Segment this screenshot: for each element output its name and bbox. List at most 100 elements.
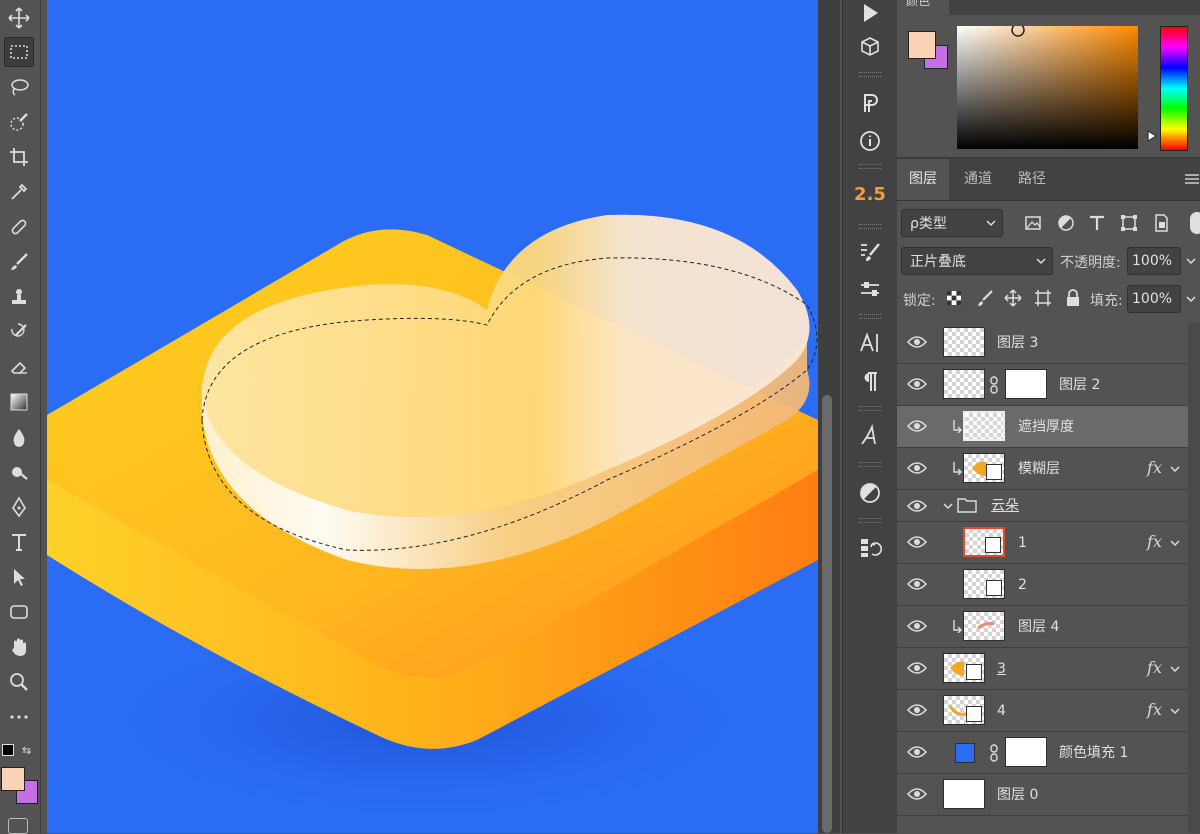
rectangle-tool-icon[interactable] [4, 597, 34, 627]
layers-scrollbar[interactable] [1188, 322, 1200, 833]
filter-shape-icon[interactable] [1120, 214, 1138, 232]
blend-mode-dropdown[interactable]: 正片叠底 [901, 247, 1053, 275]
eraser-tool-icon[interactable] [4, 352, 34, 382]
lock-position-icon[interactable] [1004, 289, 1022, 307]
layer-effects-fx-icon[interactable]: fx [1147, 458, 1162, 477]
visibility-eye-icon[interactable] [907, 619, 927, 633]
mask-link-chain-icon[interactable] [989, 744, 999, 762]
history-panel-icon[interactable] [856, 534, 884, 562]
brush-settings-icon[interactable] [856, 238, 884, 266]
hand-tool-icon[interactable] [4, 632, 34, 662]
panel-menu-icon[interactable] [1185, 173, 1199, 185]
blur-tool-icon[interactable] [4, 422, 34, 452]
pen-tool-icon[interactable] [4, 492, 34, 522]
play-actions-icon[interactable] [856, 0, 884, 28]
paragraph-panel-icon[interactable] [856, 368, 884, 396]
brush-tool-icon[interactable] [4, 247, 34, 277]
layer-row[interactable]: 图层 2 [897, 364, 1188, 406]
eyedropper-tool-icon[interactable] [4, 177, 34, 207]
layer-row[interactable]: 模糊层 fx [897, 448, 1188, 490]
swap-colors-icon[interactable]: ⇆ [22, 744, 34, 757]
fill-field[interactable]: 100% [1127, 285, 1181, 313]
move-tool-icon[interactable] [4, 3, 34, 33]
visibility-eye-icon[interactable] [907, 577, 927, 591]
layer-row[interactable]: 图层 0 [897, 774, 1188, 816]
layer-row[interactable]: 图层 4 [897, 606, 1188, 648]
panel-grip[interactable] [859, 462, 881, 467]
filter-type-icon[interactable] [1088, 214, 1106, 232]
hue-slider-pointer-icon[interactable] [1147, 130, 1157, 142]
tab-channels[interactable]: 通道 [951, 159, 1005, 200]
panel-grip[interactable] [859, 72, 881, 77]
layer-filter-kind-dropdown[interactable]: ρ类型 [901, 209, 1003, 237]
toolbar-foreground-color-swatch[interactable] [1, 767, 25, 791]
layer-effects-fx-icon[interactable]: fx [1147, 532, 1162, 551]
clone-stamp-tool-icon[interactable] [4, 282, 34, 312]
lock-transparent-pixels-icon[interactable] [946, 290, 962, 306]
visibility-eye-icon[interactable] [907, 661, 927, 675]
tab-paths[interactable]: 路径 [1005, 159, 1059, 200]
dodge-tool-icon[interactable] [4, 457, 34, 487]
color-saturation-field[interactable] [957, 26, 1138, 149]
fill-color-swatch-thumbnail[interactable] [955, 743, 975, 763]
layer-effects-fx-icon[interactable]: fx [1147, 658, 1162, 677]
canvas-scrollbar-thumb[interactable] [822, 395, 832, 833]
quick-mask-icon[interactable] [8, 818, 28, 834]
tab-layers[interactable]: 图层 [897, 159, 949, 200]
panel-grip[interactable] [859, 314, 881, 319]
lock-artboard-icon[interactable] [1034, 289, 1052, 307]
3d-icon[interactable] [856, 33, 884, 61]
panel-grip[interactable] [859, 406, 881, 411]
panel-grip[interactable] [859, 518, 881, 523]
document-canvas[interactable] [47, 0, 818, 833]
lasso-tool-icon[interactable] [4, 72, 34, 102]
filter-pixel-icon[interactable] [1024, 214, 1042, 232]
quick-selection-tool-icon[interactable] [4, 107, 34, 137]
layer-group-row[interactable]: 云朵 [897, 490, 1188, 522]
visibility-eye-icon[interactable] [907, 499, 927, 513]
layer-row-selected[interactable]: 遮挡厚度 [897, 406, 1188, 448]
panel-grip[interactable] [859, 224, 881, 229]
layer-mask-thumbnail[interactable] [1005, 369, 1047, 399]
adjustments-sliders-icon[interactable] [856, 276, 884, 304]
marquee-tool-icon[interactable] [4, 37, 34, 67]
visibility-eye-icon[interactable] [907, 535, 927, 549]
character-panel-icon[interactable] [856, 329, 884, 357]
visibility-eye-icon[interactable] [907, 335, 927, 349]
adjustments-icon[interactable] [856, 479, 884, 507]
info-icon[interactable] [856, 127, 884, 155]
gradient-tool-icon[interactable] [4, 387, 34, 417]
visibility-eye-icon[interactable] [907, 419, 927, 433]
history-brush-tool-icon[interactable] [4, 317, 34, 347]
properties-p-icon[interactable] [856, 89, 884, 117]
layer-row[interactable]: 1 fx [897, 522, 1188, 564]
chevron-down-icon[interactable] [1170, 706, 1180, 716]
chevron-down-icon[interactable] [1170, 664, 1180, 674]
layer-row[interactable]: 4 fx [897, 690, 1188, 732]
group-expand-chevron-icon[interactable] [943, 501, 953, 511]
filter-toggle-switch[interactable] [1190, 212, 1200, 234]
chevron-down-icon[interactable] [1170, 538, 1180, 548]
chevron-down-icon[interactable] [1170, 464, 1180, 474]
zoom-tool-icon[interactable] [4, 667, 34, 697]
type-tool-icon[interactable] [4, 527, 34, 557]
opacity-chevron-icon[interactable] [1186, 256, 1196, 266]
visibility-eye-icon[interactable] [907, 377, 927, 391]
visibility-eye-icon[interactable] [907, 703, 927, 717]
glyphs-panel-icon[interactable] [856, 422, 884, 450]
fill-chevron-icon[interactable] [1186, 294, 1196, 304]
more-tools-icon[interactable] [4, 702, 34, 732]
layer-row[interactable]: 2 [897, 564, 1188, 606]
crop-tool-icon[interactable] [4, 142, 34, 172]
default-colors-icon[interactable] [2, 744, 14, 756]
lock-image-pixels-icon[interactable] [976, 289, 994, 307]
layer-row[interactable]: 颜色填充 1 [897, 732, 1188, 774]
visibility-eye-icon[interactable] [907, 787, 927, 801]
layer-effects-fx-icon[interactable]: fx [1147, 700, 1162, 719]
filter-adjustment-icon[interactable] [1057, 214, 1075, 232]
path-selection-tool-icon[interactable] [4, 562, 34, 592]
filter-smart-object-icon[interactable] [1152, 214, 1170, 232]
visibility-eye-icon[interactable] [907, 745, 927, 759]
opacity-field[interactable]: 100% [1127, 247, 1181, 275]
healing-brush-tool-icon[interactable] [4, 212, 34, 242]
